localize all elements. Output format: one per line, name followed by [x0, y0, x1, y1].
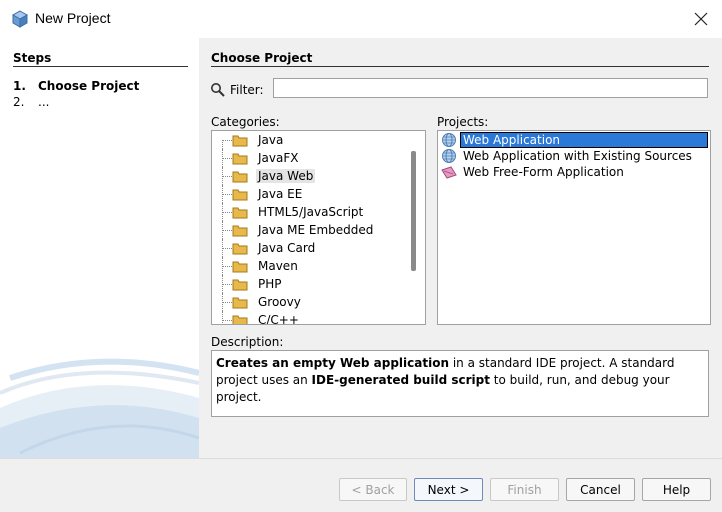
category-item[interactable]: C/C++	[212, 311, 408, 325]
category-label: Java Web	[256, 169, 316, 183]
steps-divider	[13, 66, 188, 67]
folder-icon	[232, 225, 248, 237]
scrollbar-thumb[interactable]	[411, 151, 416, 271]
description-bold: Creates an empty Web application	[216, 356, 450, 370]
folder-icon	[232, 279, 248, 291]
category-item[interactable]: Java EE	[212, 185, 408, 203]
category-label: Groovy	[258, 295, 301, 309]
description-box: Creates an empty Web application in a st…	[211, 350, 709, 417]
projects-label: Projects:	[437, 115, 489, 129]
project-item[interactable]: Web Free-Form Application	[438, 164, 708, 180]
category-item[interactable]: HTML5/JavaScript	[212, 203, 408, 221]
project-item[interactable]: Web Application with Existing Sources	[438, 148, 708, 164]
header-divider	[211, 66, 709, 67]
category-label: JavaFX	[258, 151, 299, 165]
step-item: 2....	[13, 95, 49, 109]
step-label: Choose Project	[38, 79, 140, 93]
back-button[interactable]: < Back	[339, 478, 407, 501]
step-number: 2.	[13, 95, 25, 109]
decorative-swoosh	[0, 358, 199, 458]
folder-icon	[232, 297, 248, 309]
steps-header: Steps	[13, 51, 52, 65]
folder-icon	[232, 189, 248, 201]
close-icon	[694, 12, 708, 26]
filter-input[interactable]	[273, 78, 708, 98]
category-item[interactable]: Groovy	[212, 293, 408, 311]
freeform-icon	[441, 166, 457, 179]
globe-icon	[442, 149, 456, 163]
folder-icon	[232, 315, 248, 324]
category-item[interactable]: JavaFX	[212, 149, 408, 167]
category-item[interactable]: Java Web	[212, 167, 408, 185]
project-label: Web Application	[460, 132, 708, 148]
step-number: 1.	[13, 79, 26, 93]
step-item: 1. Choose Project	[13, 79, 139, 93]
steps-panel: Steps 1. Choose Project 2....	[0, 38, 199, 458]
help-button[interactable]: Help	[642, 478, 711, 501]
finish-button[interactable]: Finish	[490, 478, 559, 501]
folder-icon	[232, 135, 248, 147]
category-item[interactable]: Java	[212, 131, 408, 149]
folder-icon	[232, 171, 248, 183]
category-item[interactable]: Java ME Embedded	[212, 221, 408, 239]
page-title: Choose Project	[211, 51, 313, 65]
folder-icon	[232, 207, 248, 219]
button-bar: < Back Next > Finish Cancel Help	[0, 458, 722, 512]
folder-icon	[232, 261, 248, 273]
description-label: Description:	[211, 335, 284, 349]
cancel-button[interactable]: Cancel	[566, 478, 635, 501]
project-item[interactable]: Web Application	[438, 132, 708, 148]
category-label: Maven	[258, 259, 298, 273]
categories-list[interactable]: Java JavaFX Java Web Java EE HTML5/JavaS…	[211, 130, 426, 325]
category-label: Java ME Embedded	[258, 223, 374, 237]
folder-icon	[232, 243, 248, 255]
window-title: New Project	[35, 10, 111, 26]
category-label: Java	[258, 133, 284, 147]
next-button[interactable]: Next >	[414, 478, 483, 501]
category-item[interactable]: Maven	[212, 257, 408, 275]
category-label: Java Card	[258, 241, 316, 255]
category-label: PHP	[258, 277, 282, 291]
filter-label: Filter:	[230, 83, 264, 97]
close-button[interactable]	[685, 4, 717, 34]
main-panel: Choose Project Filter: Categories: Proje…	[199, 38, 722, 458]
netbeans-cube-icon	[11, 10, 29, 28]
projects-list[interactable]: Web Application Web Application with Exi…	[437, 130, 711, 325]
categories-label: Categories:	[211, 115, 280, 129]
folder-icon	[232, 153, 248, 165]
project-label: Web Application with Existing Sources	[463, 149, 692, 163]
category-label: C/C++	[258, 313, 299, 325]
step-label: ...	[38, 95, 50, 109]
project-label: Web Free-Form Application	[463, 165, 624, 179]
description-bold: IDE-generated build script	[311, 373, 490, 387]
category-item[interactable]: Java Card	[212, 239, 408, 257]
category-label: Java EE	[258, 187, 303, 201]
category-label: HTML5/JavaScript	[258, 205, 364, 219]
category-item[interactable]: PHP	[212, 275, 408, 293]
search-icon	[211, 83, 225, 97]
globe-icon	[442, 133, 456, 147]
title-bar: New Project	[0, 0, 722, 38]
